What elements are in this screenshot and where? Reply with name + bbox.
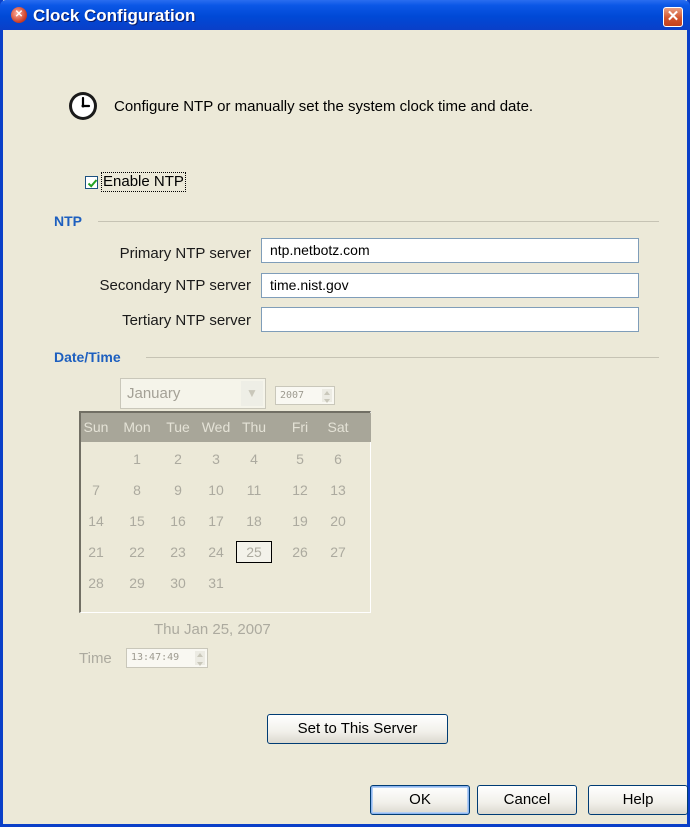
secondary-ntp-input[interactable]: time.nist.gov	[261, 273, 639, 298]
weekday-header-thu: Thu	[241, 419, 267, 435]
weekday-header-sat: Sat	[327, 419, 349, 435]
intro-text: Configure NTP or manually set the system…	[114, 98, 534, 115]
netbotz-app-icon: ✕	[11, 7, 27, 23]
primary-ntp-input[interactable]: ntp.netbotz.com	[261, 238, 639, 263]
weekday-header-fri: Fri	[291, 419, 309, 435]
ok-button[interactable]: OK	[370, 785, 470, 815]
calendar-day[interactable]: 20	[320, 510, 356, 532]
calendar-day[interactable]: 23	[160, 541, 196, 563]
checkmark-icon	[87, 179, 98, 188]
month-select[interactable]: January ▼	[120, 378, 266, 409]
calendar-day[interactable]: 27	[320, 541, 356, 563]
calendar-day[interactable]: 22	[119, 541, 155, 563]
calendar-day[interactable]: 24	[198, 541, 234, 563]
datetime-section-divider	[146, 357, 659, 358]
weekday-header-wed: Wed	[201, 419, 231, 435]
primary-ntp-label: Primary NTP server	[119, 245, 251, 262]
calendar-day[interactable]: 21	[78, 541, 114, 563]
chevron-down-icon[interactable]: ▼	[241, 381, 263, 406]
calendar-day[interactable]: 26	[282, 541, 318, 563]
calendar-day[interactable]: 1	[119, 448, 155, 470]
calendar-day[interactable]: 13	[320, 479, 356, 501]
ntp-section-divider	[98, 221, 659, 222]
calendar-day[interactable]: 28	[78, 572, 114, 594]
calendar-day[interactable]: 29	[119, 572, 155, 594]
calendar-day[interactable]: 9	[160, 479, 196, 501]
calendar-day[interactable]: 17	[198, 510, 234, 532]
title-bar[interactable]: ✕ Clock Configuration ✕	[0, 0, 690, 30]
calendar-day[interactable]: 7	[78, 479, 114, 501]
calendar-day[interactable]: 11	[236, 479, 272, 501]
tertiary-ntp-input[interactable]	[261, 307, 639, 332]
calendar-day[interactable]: 14	[78, 510, 114, 532]
clock-icon	[68, 91, 98, 121]
set-to-this-server-button[interactable]: Set to This Server	[267, 714, 448, 744]
calendar-grid: Sun Mon Tue Wed Thu Fri Sat 1 2 3 4 5 6 7 8 9 10 11 12 13 1…	[79, 411, 371, 613]
calendar-day[interactable]: 8	[119, 479, 155, 501]
calendar-day[interactable]: 5	[282, 448, 318, 470]
secondary-ntp-label: Secondary NTP server	[99, 277, 251, 294]
calendar-day[interactable]: 12	[282, 479, 318, 501]
calendar-day[interactable]: 3	[198, 448, 234, 470]
calendar-day[interactable]: 16	[160, 510, 196, 532]
help-button[interactable]: Help	[588, 785, 688, 815]
calendar-day[interactable]: 2	[160, 448, 196, 470]
clock-configuration-dialog: ✕ Clock Configuration ✕ Configure NTP or…	[0, 0, 690, 827]
calendar-day[interactable]: 15	[119, 510, 155, 532]
weekday-header-mon: Mon	[123, 419, 151, 435]
month-value: January	[127, 385, 181, 402]
ntp-section-title: NTP	[54, 213, 82, 229]
calendar-day[interactable]: 19	[282, 510, 318, 532]
time-label: Time	[79, 650, 112, 667]
spinner-arrows-icon[interactable]	[322, 389, 332, 403]
time-value: 13:47:49	[131, 652, 180, 663]
enable-ntp-checkbox[interactable]	[85, 176, 98, 189]
spinner-arrows-icon[interactable]	[195, 651, 205, 666]
enable-ntp-label[interactable]: Enable NTP	[101, 172, 186, 192]
year-spinner[interactable]: 2007	[275, 386, 335, 405]
calendar-day[interactable]: 6	[320, 448, 356, 470]
calendar-day-selected[interactable]: 25	[236, 541, 272, 563]
weekday-header-sun: Sun	[83, 419, 109, 435]
calendar-weekday-header: Sun Mon Tue Wed Thu Fri Sat	[81, 413, 371, 442]
weekday-header-tue: Tue	[166, 419, 190, 435]
selected-date-caption: Thu Jan 25, 2007	[154, 621, 271, 638]
time-spinner[interactable]: 13:47:49	[126, 648, 208, 668]
year-value: 2007	[280, 390, 305, 401]
calendar-day[interactable]: 30	[160, 572, 196, 594]
calendar-day[interactable]: 18	[236, 510, 272, 532]
calendar-day[interactable]: 10	[198, 479, 234, 501]
calendar-day[interactable]: 31	[198, 572, 234, 594]
close-button[interactable]: ✕	[663, 7, 683, 27]
datetime-section-title: Date/Time	[54, 349, 121, 365]
window-title: Clock Configuration	[33, 6, 196, 25]
calendar-day[interactable]: 4	[236, 448, 272, 470]
cancel-button[interactable]: Cancel	[477, 785, 577, 815]
tertiary-ntp-label: Tertiary NTP server	[122, 312, 251, 329]
